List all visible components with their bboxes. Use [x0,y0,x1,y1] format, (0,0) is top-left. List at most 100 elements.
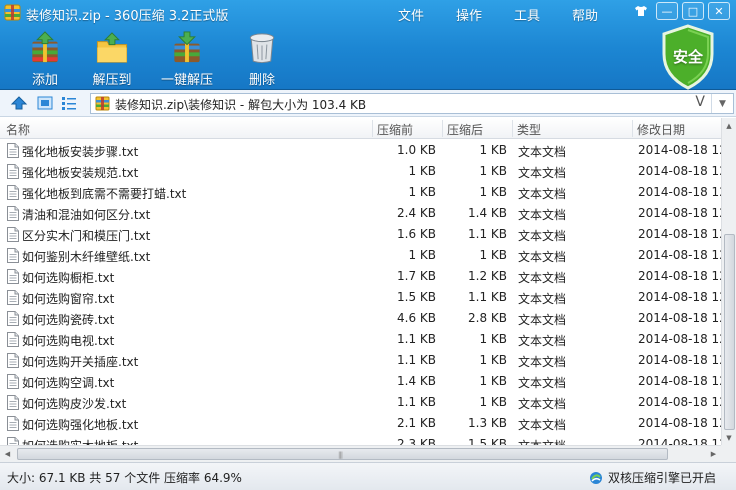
column-separator[interactable] [512,120,513,137]
engine-status[interactable]: 双核压缩引擎已开启 [589,469,716,486]
table-row[interactable]: 强化地板安装规范.txt 1 KB 1 KB 文本文档 2014-08-18 12 [0,161,721,182]
file-date: 2014-08-18 12 [638,290,721,304]
file-packed-size: 1.1 KB [468,290,507,304]
menu-operation[interactable]: 操作 [448,4,490,25]
text-file-icon [7,311,19,326]
scroll-up-arrow-icon[interactable]: ▲ [722,118,736,133]
table-row[interactable]: 如何选购窗帘.txt 1.5 KB 1.1 KB 文本文档 2014-08-18 12 [0,287,721,308]
address-v-toggle[interactable]: V [695,94,705,110]
file-name: 如何鉴别木纤维壁纸.txt [22,250,151,264]
file-size: 1.4 KB [397,374,436,388]
file-size: 1.6 KB [397,227,436,241]
address-field[interactable]: 装修知识.zip\装修知识 - 解包大小为 103.4 KB V ▼ [90,93,734,114]
menu-help[interactable]: 帮助 [564,4,606,25]
extract-to-button[interactable]: 解压到 [80,30,144,88]
file-packed-size: 1 KB [479,374,507,388]
file-date: 2014-08-18 12 [638,332,721,346]
maximize-button[interactable]: □ [682,2,704,20]
table-row[interactable]: 清油和混油如何区分.txt 2.4 KB 1.4 KB 文本文档 2014-08-18 … [0,203,721,224]
security-badge[interactable]: 安全 [660,24,716,90]
table-row[interactable]: 如何选购瓷砖.txt 4.6 KB 2.8 KB 文本文档 2014-08-18 12 [0,308,721,329]
column-packed[interactable]: 压缩后 [447,121,483,138]
file-packed-size: 1 KB [479,185,507,199]
skin-button[interactable] [630,2,652,20]
file-date: 2014-08-18 12 [638,395,721,409]
horizontal-scrollbar[interactable]: ◀ ||| ▶ [0,445,721,462]
up-arrow-icon[interactable] [10,95,28,111]
table-row[interactable]: 如何选购橱柜.txt 1.7 KB 1.2 KB 文本文档 2014-08-18 12 [0,266,721,287]
file-date: 2014-08-18 12 [638,227,721,241]
table-row[interactable]: 如何选购开关插座.txt 1.1 KB 1 KB 文本文档 2014-08-18 12 [0,350,721,371]
status-summary: 大小: 67.1 KB 共 57 个文件 压缩率 64.9% [7,471,242,485]
menu-tools[interactable]: 工具 [506,4,548,25]
file-name: 清油和混油如何区分.txt [22,208,151,222]
file-packed-size: 1.1 KB [468,227,507,241]
text-file-icon [7,143,19,158]
add-button[interactable]: 添加 [12,30,78,88]
one-click-extract-button[interactable]: 一键解压 [144,30,230,88]
file-size: 1 KB [408,164,436,178]
column-type[interactable]: 类型 [517,121,541,138]
file-date: 2014-08-18 12 [638,374,721,388]
text-file-icon [7,374,19,389]
app-archive-icon [4,4,21,21]
close-button[interactable]: ✕ [708,2,730,20]
extract-to-label: 解压到 [92,73,132,88]
extract-folder-icon [96,32,128,63]
file-type: 文本文档 [518,250,567,264]
table-row[interactable]: 如何选购皮沙发.txt 1.1 KB 1 KB 文本文档 2014-08-18 12 [0,392,721,413]
one-click-extract-icon [174,31,200,63]
menu-file[interactable]: 文件 [390,4,432,25]
file-name: 如何选购窗帘.txt [22,292,115,306]
file-rows: 强化地板安装步骤.txt 1.0 KB 1 KB 文本文档 2014-08-18 12 强… [0,140,721,445]
table-row[interactable]: 如何选购强化地板.txt 2.1 KB 1.3 KB 文本文档 2014-08-18 1… [0,413,721,434]
file-name: 强化地板安装步骤.txt [22,145,139,159]
vertical-scrollbar[interactable]: ▲ ▼ [721,118,736,445]
thumbnail-view-icon[interactable] [36,95,54,111]
file-type: 文本文档 [518,166,567,180]
address-row: 装修知识.zip\装修知识 - 解包大小为 103.4 KB V ▼ [0,90,736,117]
table-row[interactable]: 如何选购空调.txt 1.4 KB 1 KB 文本文档 2014-08-18 12 [0,371,721,392]
text-file-icon [7,206,19,221]
delete-button[interactable]: 删除 [232,30,292,88]
file-date: 2014-08-18 12 [638,416,721,430]
file-size: 1.1 KB [397,395,436,409]
scroll-left-arrow-icon[interactable]: ◀ [0,446,15,462]
column-separator[interactable] [632,120,633,137]
file-size: 1 KB [408,248,436,262]
file-name: 如何选购橱柜.txt [22,271,115,285]
table-row[interactable]: 强化地板到底需不需要打蜡.txt 1 KB 1 KB 文本文档 2014-08-18 1… [0,182,721,203]
file-type: 文本文档 [518,418,567,432]
vertical-scroll-thumb[interactable] [724,234,735,430]
table-row[interactable]: 区分实木门和模压门.txt 1.6 KB 1.1 KB 文本文档 2014-08-18 … [0,224,721,245]
table-row[interactable]: 强化地板安装步骤.txt 1.0 KB 1 KB 文本文档 2014-08-18 12 [0,140,721,161]
grip-icon: ||| [338,451,343,459]
table-row[interactable]: 如何选购电视.txt 1.1 KB 1 KB 文本文档 2014-08-18 12 [0,329,721,350]
file-packed-size: 1 KB [479,248,507,262]
text-file-icon [7,185,19,200]
file-date: 2014-08-18 12 [638,269,721,283]
file-size: 1.1 KB [397,332,436,346]
table-row[interactable]: 如何鉴别木纤维壁纸.txt 1 KB 1 KB 文本文档 2014-08-18 12 [0,245,721,266]
column-date[interactable]: 修改日期 [637,121,685,138]
file-packed-size: 1 KB [479,332,507,346]
column-size[interactable]: 压缩前 [377,121,413,138]
file-packed-size: 1 KB [479,164,507,178]
file-name: 如何选购电视.txt [22,334,115,348]
file-type: 文本文档 [518,376,567,390]
minimize-button[interactable]: — [656,2,678,20]
horizontal-scroll-thumb[interactable]: ||| [17,448,668,460]
file-type: 文本文档 [518,437,566,445]
address-dropdown-button[interactable]: ▼ [711,94,733,113]
address-path: 装修知识.zip\装修知识 - 解包大小为 103.4 KB [115,98,367,112]
scroll-down-arrow-icon[interactable]: ▼ [722,430,736,445]
file-size: 1 KB [408,185,436,199]
column-separator[interactable] [442,120,443,137]
list-view-icon[interactable] [60,95,78,111]
file-packed-size: 1.3 KB [468,416,507,430]
file-size: 1.5 KB [397,290,436,304]
column-separator[interactable] [372,120,373,137]
table-row[interactable]: 如何选购实木地板.txt 2.3 KB 1.5 KB 文本文档 2014-08-18 1… [0,434,721,445]
scroll-right-arrow-icon[interactable]: ▶ [706,446,721,462]
column-name[interactable]: 名称 [6,121,30,138]
